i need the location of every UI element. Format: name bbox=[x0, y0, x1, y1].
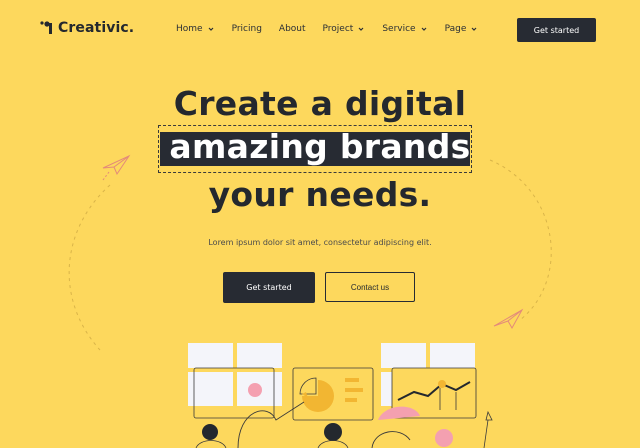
hero-illustration bbox=[188, 343, 493, 448]
hero-title-line-3: your needs. bbox=[208, 175, 432, 214]
nav-item-label: Service bbox=[382, 24, 416, 34]
nav-item-label: Project bbox=[322, 24, 354, 34]
nav-item-service[interactable]: Service bbox=[382, 24, 427, 34]
logo-icon bbox=[40, 21, 52, 34]
header-get-started-button[interactable]: Get started bbox=[517, 18, 596, 42]
nav-item-label: Pricing bbox=[231, 24, 262, 34]
brand-name: Creativic. bbox=[58, 20, 135, 36]
contact-us-button[interactable]: Contact us bbox=[325, 272, 415, 302]
brand-logo[interactable]: Creativic. bbox=[40, 17, 134, 39]
nav-item-about[interactable]: About bbox=[279, 24, 306, 34]
nav-item-page[interactable]: Page bbox=[445, 24, 479, 34]
hero-subtitle: Lorem ipsum dolor sit amet, consectetur … bbox=[208, 238, 432, 247]
person-figure bbox=[371, 406, 420, 448]
hero-title-line-1: Create a digital bbox=[173, 84, 467, 123]
chevron-down-icon bbox=[421, 27, 427, 31]
chevron-down-icon bbox=[358, 27, 364, 31]
chevron-down-icon bbox=[208, 27, 214, 31]
nav-item-project[interactable]: Project bbox=[323, 24, 366, 34]
person-figure bbox=[317, 423, 349, 448]
nav-item-label: Page bbox=[444, 24, 467, 34]
hero-title-line-2: amazing brands bbox=[169, 127, 471, 166]
chevron-down-icon bbox=[471, 27, 477, 31]
window-graphic bbox=[188, 343, 282, 406]
nav-item-label: Home bbox=[176, 24, 203, 34]
paper-plane-icon bbox=[493, 308, 524, 330]
nav-item-label: About bbox=[278, 24, 306, 34]
person-figure bbox=[195, 424, 227, 448]
main-navigation: Home Pricing About Project Service Page bbox=[176, 24, 495, 34]
get-started-button[interactable]: Get started bbox=[223, 272, 315, 303]
nav-item-home[interactable]: Home bbox=[176, 24, 215, 34]
nav-item-pricing[interactable]: Pricing bbox=[232, 24, 262, 34]
